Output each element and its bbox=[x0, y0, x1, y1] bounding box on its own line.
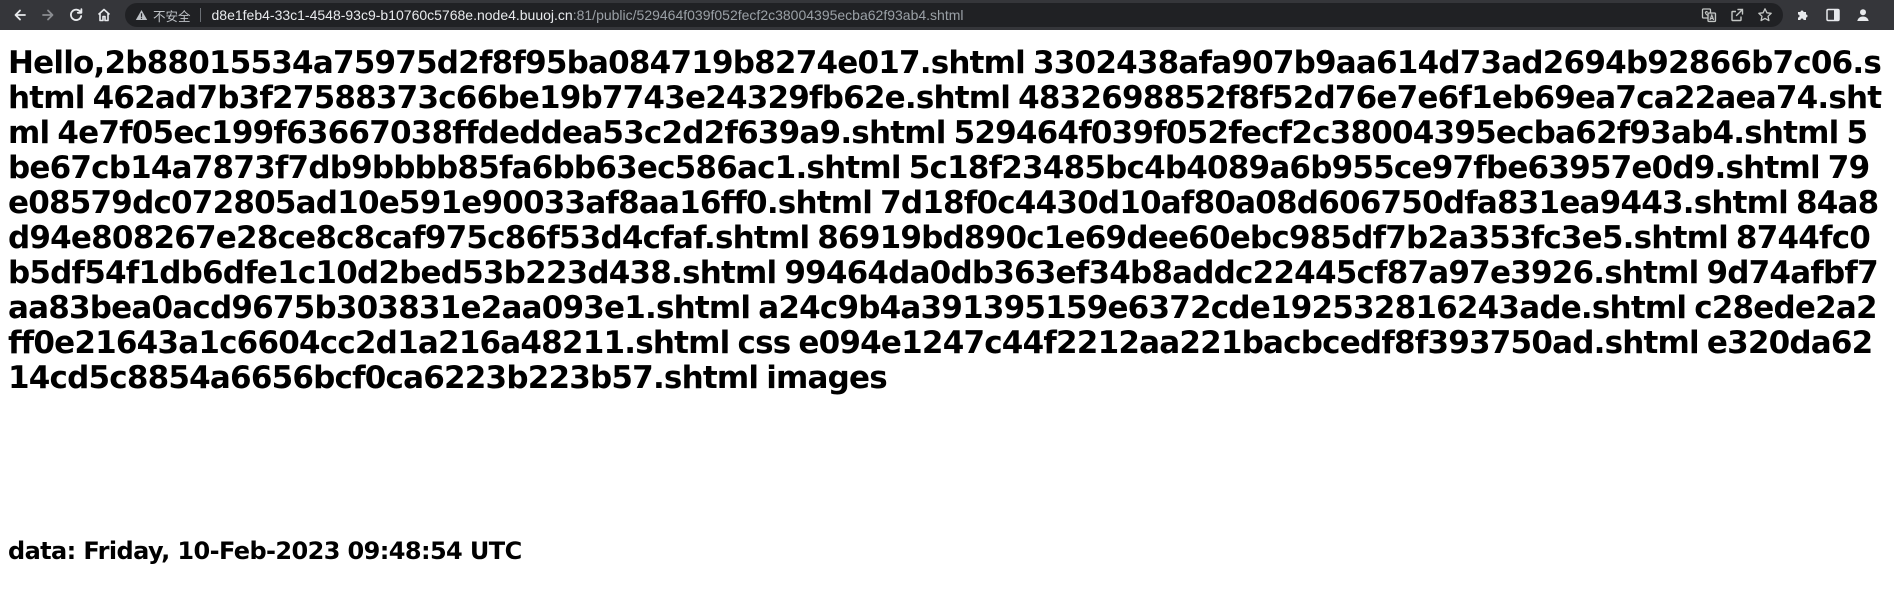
folder-name: css bbox=[737, 325, 792, 361]
date-text: data: Friday, 10-Feb-2023 09:48:54 UTC bbox=[8, 537, 522, 565]
forward-arrow-icon[interactable] bbox=[37, 4, 59, 26]
file-name: 7d18f0c4430d10af80a08d606750dfa831ea9443… bbox=[880, 185, 1789, 221]
home-icon[interactable] bbox=[93, 4, 115, 26]
file-name: 4e7f05ec199f63667038ffdeddea53c2d2f639a9… bbox=[57, 115, 946, 151]
page-content: Hello,2b88015534a75975d2f8f95ba084719b82… bbox=[8, 46, 1886, 396]
file-name: 99464da0db363ef34b8addc22445cf87a97e3926… bbox=[784, 255, 1699, 291]
back-arrow-icon[interactable] bbox=[9, 4, 31, 26]
file-listing: Hello,2b88015534a75975d2f8f95ba084719b82… bbox=[8, 46, 1886, 396]
file-name: e094e1247c44f2212aa221bacbcedf8f393750ad… bbox=[798, 325, 1699, 361]
warning-triangle-icon bbox=[135, 10, 148, 20]
file-name: 5c18f23485bc4b4089a6b955ce97fbe63957e0d9… bbox=[908, 150, 1821, 186]
url-host: d8e1feb4-33c1-4548-93c9-b10760c5768e.nod… bbox=[211, 7, 573, 23]
file-name: 2b88015534a75975d2f8f95ba084719b8274e017… bbox=[104, 45, 1026, 81]
profile-icon[interactable] bbox=[1849, 1, 1877, 29]
url-path: :81/public/529464f039f052fecf2c38004395e… bbox=[572, 7, 964, 23]
reload-icon[interactable] bbox=[65, 4, 87, 26]
security-indicator[interactable]: 不安全 bbox=[135, 6, 191, 25]
star-icon[interactable] bbox=[1753, 3, 1777, 27]
file-name: a24c9b4a391395159e6372cde192532816243ade… bbox=[758, 290, 1687, 326]
folder-name: images bbox=[766, 360, 888, 396]
url-text[interactable]: d8e1feb4-33c1-4548-93c9-b10760c5768e.nod… bbox=[212, 7, 1697, 23]
file-name: 529464f039f052fecf2c38004395ecba62f93ab4… bbox=[953, 115, 1840, 151]
greeting-text: Hello, bbox=[8, 45, 105, 81]
puzzle-icon[interactable] bbox=[1789, 1, 1817, 29]
omnibox-divider bbox=[199, 8, 201, 22]
address-bar[interactable]: 不安全 d8e1feb4-33c1-4548-93c9-b10760c5768e… bbox=[125, 3, 1783, 27]
security-label: 不安全 bbox=[153, 8, 191, 24]
side-panel-icon[interactable] bbox=[1819, 1, 1847, 29]
translate-icon[interactable] bbox=[1697, 3, 1721, 27]
file-name: 86919bd890c1e69dee60ebc985df7b2a353fc3e5… bbox=[817, 220, 1728, 256]
share-icon[interactable] bbox=[1725, 3, 1749, 27]
browser-toolbar: 不安全 d8e1feb4-33c1-4548-93c9-b10760c5768e… bbox=[0, 0, 1894, 30]
file-name: 462ad7b3f27588373c66be19b7743e24329fb62e… bbox=[92, 80, 1011, 116]
